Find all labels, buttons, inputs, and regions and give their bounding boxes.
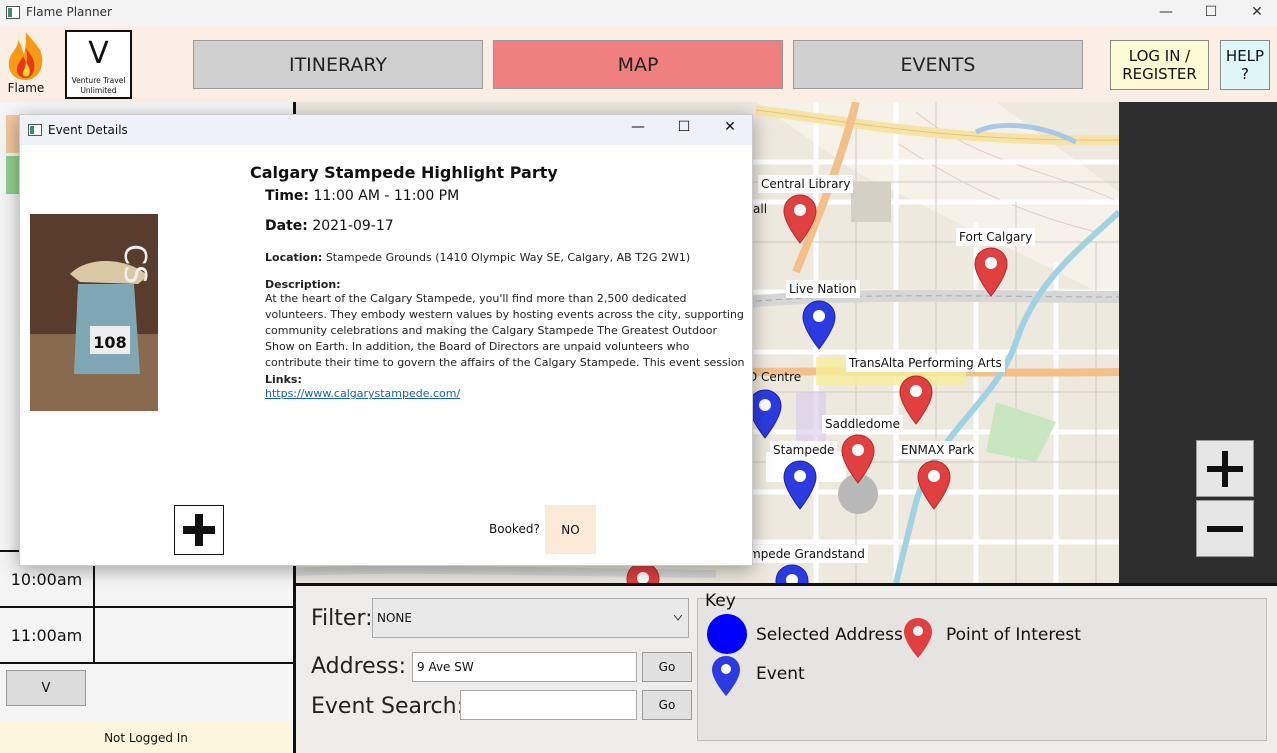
event-details-dialog: Event Details — ☐ ✕ 108 CS Calgary Stamp… (19, 114, 753, 566)
map-label-centre: D Centre (748, 370, 802, 384)
close-button[interactable]: ✕ (1237, 2, 1277, 24)
itinerary-row[interactable]: 11:00am (0, 606, 296, 664)
window-icon (28, 124, 42, 136)
minimize-button[interactable]: — (1146, 2, 1186, 24)
poi-pin-icon (904, 618, 932, 658)
key-event: Event (756, 664, 805, 684)
plus-icon (1207, 450, 1243, 487)
event-pin-icon (712, 656, 740, 696)
location-value: Stampede Grounds (1410 Olympic Way SE, C… (325, 251, 691, 264)
date-label: Date: (265, 218, 308, 234)
add-event-button[interactable] (174, 505, 224, 555)
map-label-enmax: ENMAX Park (898, 441, 978, 459)
map-label-grandstand: mpede Grandstand (746, 545, 868, 563)
event-time: Time: 11:00 AM - 11:00 PM (265, 188, 459, 204)
time-value: 11:00 AM - 11:00 PM (313, 188, 460, 204)
collapse-button[interactable]: V (6, 670, 86, 706)
event-pin-icon[interactable] (783, 460, 817, 510)
dialog-close-button[interactable]: ✕ (712, 119, 748, 141)
event-location: Location: Stampede Grounds (1410 Olympic… (265, 250, 690, 266)
event-search-input[interactable] (460, 690, 637, 720)
location-label: Location: (265, 251, 323, 264)
map-label-saddledome: Saddledome (822, 415, 903, 433)
window-titlebar: Flame Planner — ☐ ✕ (0, 0, 1277, 26)
dialog-titlebar: Event Details — ☐ ✕ (20, 115, 752, 145)
tab-events[interactable]: EVENTS (793, 40, 1083, 89)
event-link[interactable]: https://www.calgarystampede.com/ (265, 386, 460, 402)
event-pin-icon[interactable] (748, 389, 782, 439)
venture-name: Venture Travel Unlimited (71, 76, 126, 95)
event-description: At the heart of the Calgary Stampede, yo… (265, 292, 745, 369)
maximize-button[interactable]: ☐ (1191, 2, 1231, 24)
key-point-of-interest: Point of Interest (946, 625, 1081, 645)
venture-logo[interactable]: V Venture Travel Unlimited (65, 30, 132, 99)
event-title: Calgary Stampede Highlight Party (250, 163, 558, 182)
zoom-in-button[interactable] (1196, 440, 1254, 497)
selected-address-icon (707, 614, 747, 654)
key-selected-address: Selected Address (756, 625, 903, 645)
filter-label: Filter: (311, 606, 373, 631)
poi-pin-icon[interactable] (917, 460, 951, 510)
app-icon (6, 6, 20, 19)
address-go-button[interactable]: Go (642, 652, 692, 682)
flame-logo[interactable]: Flame (4, 30, 48, 98)
event-poster-image: 108 CS (30, 214, 158, 411)
window-title: Flame Planner (26, 5, 112, 19)
event-pin-icon[interactable] (802, 300, 836, 350)
event-date: Date: 2021-09-17 (265, 218, 394, 234)
help-button[interactable]: HELP ? (1220, 40, 1270, 90)
itinerary-tab-edge (6, 156, 20, 194)
dialog-maximize-button[interactable]: ☐ (666, 119, 702, 141)
poster-art: 108 CS (30, 214, 158, 411)
map-label-fort-calgary: Fort Calgary (956, 228, 1036, 246)
map-label-central-library: Central Library (758, 175, 854, 193)
poi-pin-icon[interactable] (783, 194, 817, 244)
map-label-transalta: TransAlta Performing Arts (846, 354, 1005, 372)
event-search-label: Event Search: (311, 694, 465, 719)
poi-pin-icon[interactable] (974, 247, 1008, 297)
booked-status-button[interactable]: NO (545, 505, 596, 554)
key-title: Key (705, 591, 736, 611)
venture-letter: V (88, 36, 109, 71)
chevron-down-icon (674, 615, 682, 621)
poi-pin-icon[interactable] (841, 434, 875, 484)
minus-icon (1207, 525, 1243, 532)
time-label: Time: (265, 188, 310, 204)
event-search-go-button[interactable]: Go (642, 690, 692, 720)
address-input[interactable]: 9 Ave SW (412, 652, 637, 682)
filter-value: NONE (377, 611, 412, 625)
flame-logo-label: Flame (7, 81, 45, 95)
svg-text:CS: CS (117, 244, 152, 284)
map-label-live-nation: Live Nation (786, 280, 860, 298)
flame-icon (8, 32, 43, 80)
map-label-stampede: Stampede (770, 441, 838, 459)
itinerary-tab-edge (6, 115, 20, 153)
zoom-out-button[interactable] (1196, 500, 1254, 557)
login-status: Not Logged In (0, 722, 292, 753)
tab-itinerary[interactable]: ITINERARY (193, 40, 483, 89)
date-value: 2021-09-17 (312, 218, 394, 234)
itinerary-time: 11:00am (0, 608, 95, 662)
booked-label: Booked? (489, 522, 540, 536)
filter-select[interactable]: NONE (372, 598, 689, 638)
poster-number: 108 (93, 333, 126, 352)
login-register-button[interactable]: LOG IN / REGISTER (1110, 40, 1209, 90)
dialog-minimize-button[interactable]: — (620, 119, 656, 141)
event-pin-icon[interactable] (775, 564, 809, 583)
address-label: Address: (311, 654, 407, 679)
tab-map[interactable]: MAP (493, 40, 783, 89)
dialog-title: Event Details (48, 123, 128, 137)
map-label-hall: all (753, 202, 768, 216)
poi-pin-icon[interactable] (899, 375, 933, 425)
plus-icon (183, 514, 215, 546)
